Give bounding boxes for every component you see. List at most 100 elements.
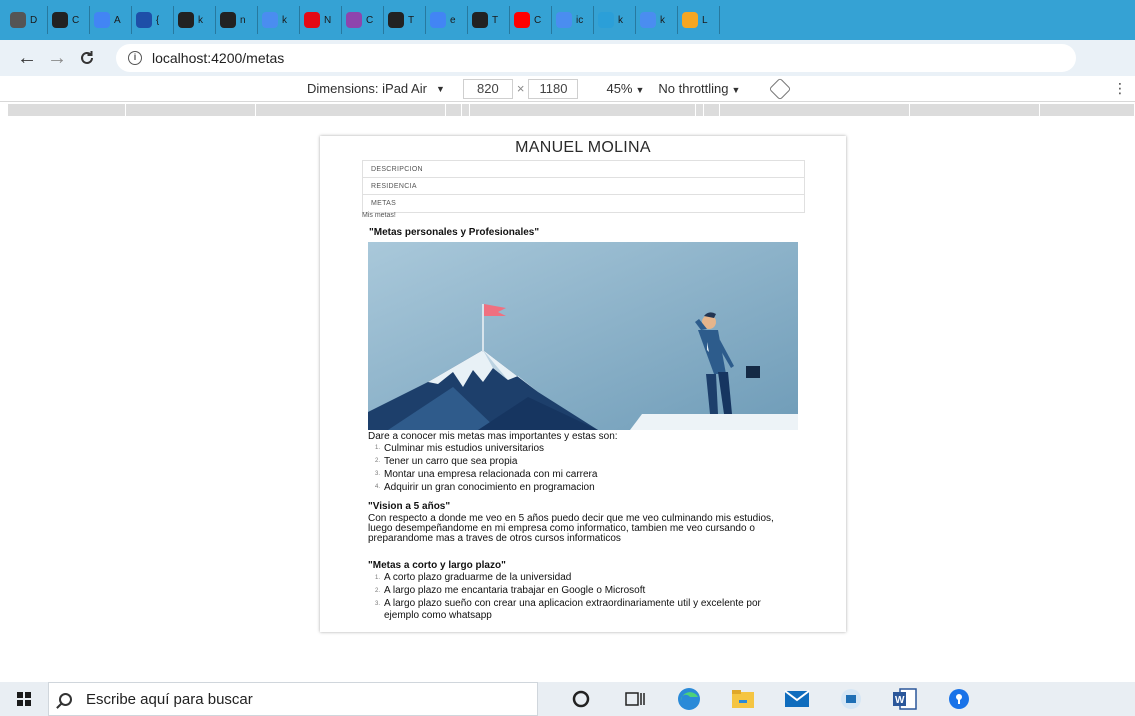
list-item: 2. A largo plazo me encantaria trabajar e… <box>374 585 646 596</box>
tab-title: C <box>534 14 542 26</box>
nav-item-residencia[interactable]: RESIDENCIA <box>363 178 804 195</box>
browser-tab[interactable]: e <box>426 6 468 34</box>
more-options-icon[interactable]: ⋮ <box>1113 80 1127 97</box>
nav-list: DESCRIPCION RESIDENCIA METAS <box>362 160 805 213</box>
tab-favicon-icon <box>598 12 614 28</box>
file-explorer-icon[interactable] <box>730 686 756 712</box>
browser-tab[interactable]: n <box>216 6 258 34</box>
tab-favicon-icon <box>262 12 278 28</box>
browser-tab[interactable]: C <box>342 6 384 34</box>
device-select[interactable]: Dimensions: iPad Air ▼ <box>307 81 445 96</box>
tab-favicon-icon <box>472 12 488 28</box>
tab-title: k <box>282 14 287 26</box>
list-item: 4. Adquirir un gran conocimiento en progr… <box>374 482 595 493</box>
maps-icon[interactable] <box>946 686 972 712</box>
browser-tab[interactable]: D <box>6 6 48 34</box>
word-icon[interactable]: W <box>892 686 918 712</box>
back-arrow-icon[interactable]: ← <box>12 43 42 73</box>
vision-text: Con respecto a donde me veo en 5 años pu… <box>368 513 774 544</box>
mail-icon[interactable] <box>784 686 810 712</box>
times-sign: × <box>516 81 525 96</box>
tab-favicon-icon <box>52 12 68 28</box>
app-icon[interactable] <box>838 686 864 712</box>
nav-item-metas[interactable]: METAS <box>363 195 804 212</box>
tab-favicon-icon <box>682 12 698 28</box>
tab-title: { <box>156 14 160 26</box>
tab-favicon-icon <box>346 12 362 28</box>
caret-down-icon: ▼ <box>635 85 645 95</box>
browser-tab[interactable]: ic <box>552 6 594 34</box>
reload-icon[interactable] <box>72 43 102 73</box>
page-title: MANUEL MOLINA <box>515 139 651 156</box>
list-item: 2. Tener un carro que sea propia <box>374 456 518 467</box>
tab-favicon-icon <box>94 12 110 28</box>
vision-heading: "Vision a 5 años" <box>368 501 451 512</box>
windows-logo-icon <box>17 692 31 706</box>
list-item: 1. A corto plazo graduarme de la universi… <box>374 572 572 583</box>
tab-favicon-icon <box>136 12 152 28</box>
task-view-icon[interactable] <box>622 686 648 712</box>
browser-tab[interactable]: k <box>636 6 678 34</box>
width-input[interactable]: 820 <box>462 78 513 99</box>
forward-arrow-icon[interactable]: → <box>42 43 72 73</box>
rotate-icon[interactable] <box>769 77 792 100</box>
browser-tab[interactable]: T <box>384 6 426 34</box>
taskbar: Escribe aquí para buscar W <box>0 682 1135 716</box>
media-query-ruler[interactable] <box>8 104 1135 116</box>
tab-favicon-icon <box>640 12 656 28</box>
tab-title: ic <box>576 14 584 26</box>
browser-tab-strip: D C A {k n k N C Te T Cic k k L <box>0 0 1135 40</box>
goals-intro: Dare a conocer mis metas mas importantes… <box>368 431 618 442</box>
viewport: MANUEL MOLINA DESCRIPCION RESIDENCIA MET… <box>0 116 1135 682</box>
url-field[interactable]: i localhost:4200/metas <box>116 44 1076 72</box>
tab-title: k <box>660 14 665 26</box>
edge-browser-icon[interactable] <box>676 686 702 712</box>
tab-title: k <box>618 14 623 26</box>
tab-favicon-icon <box>430 12 446 28</box>
search-icon <box>59 692 72 706</box>
browser-tab[interactable]: k <box>594 6 636 34</box>
browser-tab[interactable]: k <box>258 6 300 34</box>
tab-favicon-icon <box>514 12 530 28</box>
browser-tab[interactable]: L <box>678 6 720 34</box>
list-item: 3. A largo plazo sueño con crear una apli… <box>374 598 761 621</box>
short-long-heading: "Metas a corto y largo plazo" <box>368 560 506 571</box>
tab-title: T <box>408 14 415 26</box>
device-select-label: Dimensions: iPad Air <box>307 81 427 96</box>
throttling-select[interactable]: No throttling ▼ <box>658 81 740 96</box>
url-text: localhost:4200/metas <box>152 50 285 66</box>
tab-favicon-icon <box>220 12 236 28</box>
goals-illustration <box>368 242 798 430</box>
caret-down-icon: ▼ <box>731 85 741 95</box>
device-toolbar: Dimensions: iPad Air ▼ 820 × 1180 45% ▼ N… <box>0 76 1135 102</box>
tab-title: C <box>366 14 374 26</box>
tab-title: C <box>72 14 80 26</box>
nav-item-descripcion[interactable]: DESCRIPCION <box>363 161 804 178</box>
browser-tab[interactable]: C <box>510 6 552 34</box>
address-bar: ← → i localhost:4200/metas <box>0 40 1135 76</box>
zoom-select[interactable]: 45% ▼ <box>606 81 644 96</box>
svg-text:W: W <box>895 695 905 706</box>
tab-favicon-icon <box>178 12 194 28</box>
browser-tab[interactable]: C <box>48 6 90 34</box>
cortana-icon[interactable] <box>568 686 594 712</box>
tab-favicon-icon <box>304 12 320 28</box>
browser-tab[interactable]: k <box>174 6 216 34</box>
search-placeholder: Escribe aquí para buscar <box>86 690 253 708</box>
browser-tab[interactable]: A <box>90 6 132 34</box>
browser-tab[interactable]: { <box>132 6 174 34</box>
site-info-icon[interactable]: i <box>128 51 142 65</box>
tab-favicon-icon <box>10 12 26 28</box>
zoom-value: 45% <box>606 81 633 96</box>
height-input[interactable]: 1180 <box>528 78 579 99</box>
browser-tab[interactable]: N <box>300 6 342 34</box>
tab-title: n <box>240 14 246 26</box>
list-item: 1. Culminar mis estudios universitarios <box>374 443 545 454</box>
browser-tab[interactable]: T <box>468 6 510 34</box>
start-button[interactable] <box>0 682 48 716</box>
goals-list: 1. Culminar mis estudios universitarios 2… <box>368 442 597 494</box>
taskbar-search[interactable]: Escribe aquí para buscar <box>48 682 538 716</box>
tab-title: k <box>198 14 203 26</box>
emulated-page: MANUEL MOLINA DESCRIPCION RESIDENCIA MET… <box>320 136 846 632</box>
list-item: 3. Montar una empresa relacionada con mi … <box>374 469 598 480</box>
